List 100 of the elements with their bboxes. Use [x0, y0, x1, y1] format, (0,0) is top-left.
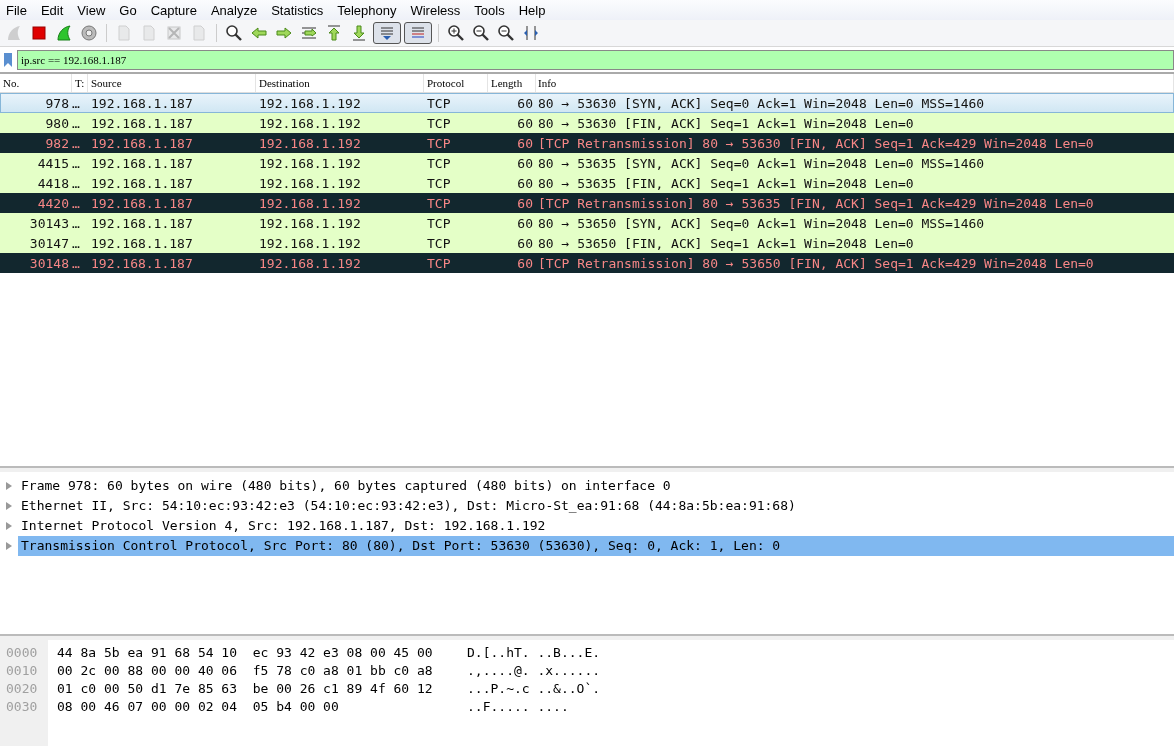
table-cell-text: 192.168.1.187 — [90, 95, 194, 111]
column-header[interactable]: T: — [72, 74, 88, 92]
packet-row[interactable]: 4420 … 192.168.1.187 192.168.1.192 TCP 60 [TCP Retransmission] 80 → 53635 [FIN, ACK] Seq=1 Ack=429 Win=2048 Len=0 — [0, 193, 1174, 213]
options-button[interactable] — [78, 22, 100, 44]
fin-icon — [5, 24, 23, 42]
table-cell-text: TCP — [426, 115, 452, 131]
expand-arrow-icon[interactable] — [6, 482, 12, 490]
menu-item[interactable]: Help — [512, 2, 554, 18]
table-cell-text: … — [72, 155, 81, 171]
gear-icon — [80, 24, 98, 42]
table-cell-text: 4420 — [36, 195, 70, 211]
bookmark-icon[interactable] — [3, 52, 13, 68]
table-cell-text: TCP — [426, 135, 452, 151]
table-cell-text: 60 — [516, 95, 534, 111]
table-cell-text: 60 — [516, 195, 534, 211]
table-cell-text: 192.168.1.192 — [258, 135, 362, 151]
table-cell-text: 192.168.1.187 — [90, 195, 194, 211]
cross-icon — [165, 24, 183, 42]
ascii-text: D.[..hT. ..B...E. — [467, 644, 601, 662]
packet-row[interactable]: 980 … 192.168.1.187 192.168.1.192 TCP 60 80 → 53630 [FIN, ACK] Seq=1 Ack=1 Win=2048 Len=0 — [0, 113, 1174, 133]
table-cell-text: 80 → 53635 [FIN, ACK] Seq=1 Ack=1 Win=2048 Len=0 — [537, 175, 915, 191]
table-cell-text: … — [72, 255, 81, 271]
offset-label: 0010 — [5, 662, 39, 680]
menu-item[interactable]: Tools — [468, 2, 513, 18]
tree-item[interactable]: Ethernet II, Src: 54:10:ec:93:42:e3 (54:10:ec:93:42:e3), Dst: Micro-St_ea:91:68 (44:8a:5b:ea:91:68) — [18, 496, 1174, 516]
table-cell-text: 192.168.1.192 — [258, 155, 362, 171]
arrow-icon — [250, 24, 268, 42]
table-cell-text: 80 → 53650 [SYN, ACK] Seq=0 Ack=1 Win=2048 Len=0 MSS=1460 — [537, 215, 986, 231]
packet-row[interactable]: 30148 … 192.168.1.187 192.168.1.192 TCP 60 [TCP Retransmission] 80 → 53650 [FIN, ACK] Seq=1 Ack=429 Win=2048 Len=0 — [0, 253, 1174, 273]
table-cell-text: 192.168.1.187 — [90, 235, 194, 251]
ascii-text: ..F..... .... — [467, 698, 569, 716]
packet-row[interactable]: 978 … 192.168.1.187 192.168.1.192 TCP 60 80 → 53630 [SYN, ACK] Seq=0 Ack=1 Win=2048 Len=0 MSS=1460 — [0, 93, 1174, 113]
table-cell-text: 192.168.1.187 — [90, 155, 194, 171]
ascii-text: .,....@. .x...... — [467, 662, 601, 680]
table-cell-text: [TCP Retransmission] 80 → 53635 [FIN, ACK] Seq=1 Ack=429 Win=2048 Len=0 — [537, 195, 1095, 211]
column-header[interactable]: Length — [488, 74, 536, 92]
columns-icon — [522, 24, 540, 42]
packet-row[interactable]: 30147 … 192.168.1.187 192.168.1.192 TCP 60 80 → 53650 [FIN, ACK] Seq=1 Ack=1 Win=2048 Len=0 — [0, 233, 1174, 253]
table-cell-text: [TCP Retransmission] 80 → 53650 [FIN, ACK] Seq=1 Ack=429 Win=2048 Len=0 — [537, 255, 1095, 271]
hex-bytes: 00 2c 00 88 00 00 40 06 f5 78 c0 a8 01 bb c0 a8 — [57, 662, 434, 680]
column-header[interactable]: Source — [88, 74, 256, 92]
menu-item[interactable]: View — [71, 2, 114, 18]
tree-item[interactable]: Frame 978: 60 bytes on wire (480 bits), 60 bytes captured (480 bits) on interface 0 — [18, 476, 1174, 496]
table-cell-text: TCP — [426, 235, 452, 251]
table-cell-text: … — [72, 215, 81, 231]
table-cell-text: … — [72, 175, 81, 191]
menu-item[interactable]: Telephony — [331, 2, 405, 18]
packet-row[interactable]: 30143 … 192.168.1.187 192.168.1.192 TCP 60 80 → 53650 [SYN, ACK] Seq=0 Ack=1 Win=2048 Len=0 MSS=1460 — [0, 213, 1174, 233]
table-cell-text: 978 — [44, 95, 70, 111]
magnifier-icon — [497, 24, 515, 42]
menu-item[interactable]: Analyze — [204, 2, 266, 18]
arrow-icon — [275, 24, 293, 42]
tree-item[interactable]: Transmission Control Protocol, Src Port: 80 (80), Dst Port: 53630 (53630), Seq: 0, Ack: 1, Len: 0 — [18, 536, 1174, 556]
colorize-button[interactable] — [404, 22, 432, 44]
search-icon — [225, 24, 243, 42]
table-cell-text: … — [72, 235, 81, 251]
menu-item[interactable]: Capture — [144, 2, 205, 18]
table-cell-text: 4415 — [36, 155, 70, 171]
table-cell-text: 192.168.1.187 — [90, 255, 194, 271]
menu-item[interactable]: Wireless — [404, 2, 469, 18]
hex-bytes: 08 00 46 07 00 00 02 04 05 b4 00 00 — [57, 698, 340, 716]
arrow-icon — [325, 24, 343, 42]
magnifier-icon — [472, 24, 490, 42]
expand-arrow-icon[interactable] — [6, 522, 12, 530]
magnifier-icon — [447, 24, 465, 42]
table-cell-text: TCP — [426, 175, 452, 191]
expand-arrow-icon[interactable] — [6, 502, 12, 510]
table-cell-text: 192.168.1.187 — [90, 135, 194, 151]
menu-item[interactable]: File — [0, 2, 35, 18]
table-cell-text: 80 → 53630 [FIN, ACK] Seq=1 Ack=1 Win=2048 Len=0 — [537, 115, 915, 131]
menu-item[interactable]: Edit — [34, 2, 72, 18]
table-cell-text: TCP — [426, 215, 452, 231]
ascii-text: ...P.~.c ..&..O`. — [467, 680, 601, 698]
packet-row[interactable]: 4415 … 192.168.1.187 192.168.1.192 TCP 60 80 → 53635 [SYN, ACK] Seq=0 Ack=1 Win=2048 Len=0 MSS=1460 — [0, 153, 1174, 173]
autoscroll-button[interactable] — [373, 22, 401, 44]
menu-item[interactable]: Go — [113, 2, 145, 18]
packet-row[interactable]: 982 … 192.168.1.187 192.168.1.192 TCP 60 [TCP Retransmission] 80 → 53630 [FIN, ACK] Seq=1 Ack=429 Win=2048 Len=0 — [0, 133, 1174, 153]
table-cell-text: 980 — [44, 115, 70, 131]
expand-arrow-icon[interactable] — [6, 542, 12, 550]
column-header[interactable]: Protocol — [424, 74, 488, 92]
table-cell-text: 192.168.1.192 — [258, 175, 362, 191]
hex-bytes: 44 8a 5b ea 91 68 54 10 ec 93 42 e3 08 00 45 00 — [57, 644, 434, 662]
table-cell-text: 30148 — [28, 255, 70, 271]
column-header[interactable]: Destination — [256, 74, 424, 92]
column-header[interactable]: Info — [536, 74, 1174, 92]
table-cell-text: TCP — [426, 195, 452, 211]
table-cell-text: TCP — [426, 95, 452, 111]
table-cell-text: 60 — [516, 175, 534, 191]
table-cell-text: 192.168.1.192 — [258, 95, 362, 111]
tree-item[interactable]: Internet Protocol Version 4, Src: 192.168.1.187, Dst: 192.168.1.192 — [18, 516, 1174, 536]
packet-row[interactable]: 4418 … 192.168.1.187 192.168.1.192 TCP 60 80 → 53635 [FIN, ACK] Seq=1 Ack=1 Win=2048 Len=0 — [0, 173, 1174, 193]
offset-label: 0030 — [5, 698, 39, 716]
display-filter-field[interactable]: ip.src == 192.168.1.187 — [17, 50, 1174, 70]
table-cell-text: [TCP Retransmission] 80 → 53630 [FIN, ACK] Seq=1 Ack=429 Win=2048 Len=0 — [537, 135, 1095, 151]
table-cell-text: 80 → 53635 [SYN, ACK] Seq=0 Ack=1 Win=2048 Len=0 MSS=1460 — [537, 155, 986, 171]
menu-item[interactable]: Statistics — [265, 2, 332, 18]
square-icon — [30, 24, 48, 42]
table-cell-text: 30143 — [28, 215, 70, 231]
column-header[interactable]: No. — [0, 74, 72, 92]
table-cell-text: 192.168.1.192 — [258, 255, 362, 271]
